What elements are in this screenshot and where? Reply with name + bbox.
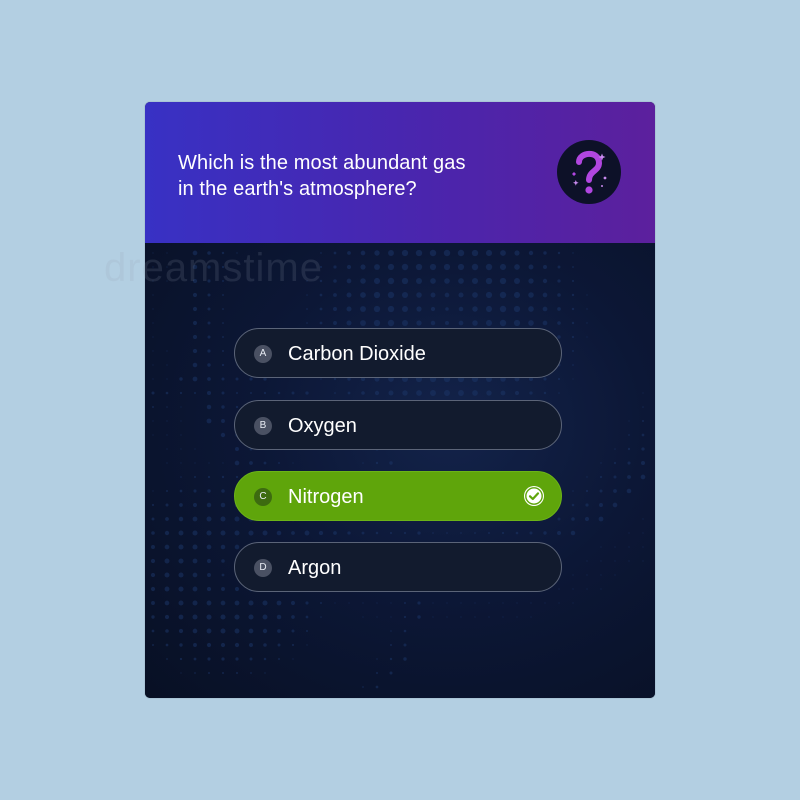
option-a[interactable]: A Carbon Dioxide xyxy=(234,328,562,378)
question-header: Which is the most abundant gas in the ea… xyxy=(145,102,655,243)
option-letter: C xyxy=(254,488,272,506)
answer-area: A Carbon Dioxide B Oxygen C Nitrogen D A… xyxy=(145,243,655,698)
option-label: Oxygen xyxy=(288,415,357,437)
option-b[interactable]: B Oxygen xyxy=(234,400,562,450)
question-mark-icon xyxy=(557,140,621,204)
option-c[interactable]: C Nitrogen xyxy=(234,471,562,521)
option-label: Nitrogen xyxy=(288,486,364,508)
question-text: Which is the most abundant gas in the ea… xyxy=(178,152,466,200)
option-label: Argon xyxy=(288,557,342,579)
option-letter: A xyxy=(254,345,272,363)
quiz-card: Which is the most abundant gas in the ea… xyxy=(145,102,655,698)
option-letter: B xyxy=(254,417,272,435)
option-d[interactable]: D Argon xyxy=(234,542,562,592)
option-letter: D xyxy=(254,559,272,577)
option-label: Carbon Dioxide xyxy=(288,343,426,365)
check-circle-icon xyxy=(524,486,544,506)
